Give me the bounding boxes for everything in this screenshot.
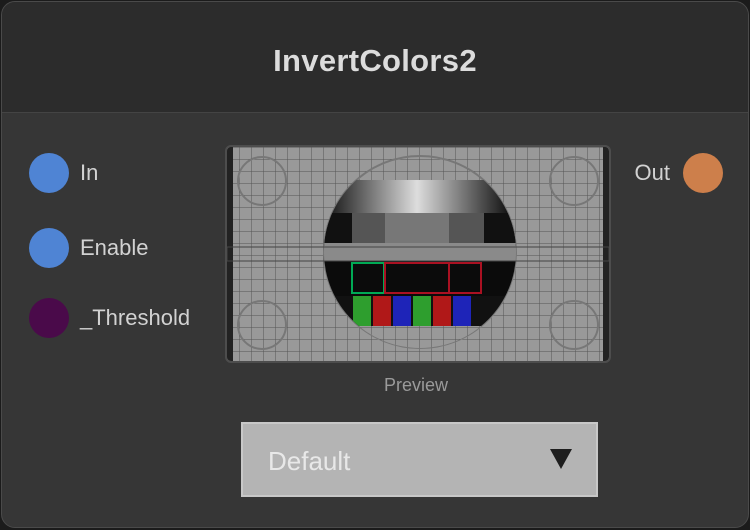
input-socket-enable[interactable] [29, 228, 69, 268]
input-label-in: In [80, 160, 99, 185]
input-port-in[interactable]: In [29, 153, 98, 193]
output-port-out[interactable]: Out [635, 153, 723, 193]
input-socket-threshold[interactable] [29, 298, 69, 338]
test-pattern-icon [227, 147, 609, 361]
input-label-enable: Enable [80, 235, 149, 260]
input-port-enable[interactable]: Enable [29, 228, 149, 268]
input-label-threshold: _Threshold [80, 305, 191, 330]
preview-image [225, 145, 611, 363]
invert-colors-node[interactable]: InvertColors2 In Enable _Threshold Out P… [1, 1, 749, 528]
output-label-out: Out [634, 160, 670, 185]
input-socket-in[interactable] [29, 153, 69, 193]
input-port-threshold[interactable]: _Threshold [29, 298, 190, 338]
mode-dropdown-value: Default [268, 446, 351, 476]
mode-dropdown[interactable]: Default [241, 422, 598, 497]
node-title: InvertColors2 [273, 43, 477, 78]
node-header[interactable]: InvertColors2 [2, 2, 748, 113]
preview-caption: Preview [383, 375, 449, 395]
dropdown-arrow-icon [550, 449, 572, 469]
output-socket-out[interactable] [683, 153, 723, 193]
